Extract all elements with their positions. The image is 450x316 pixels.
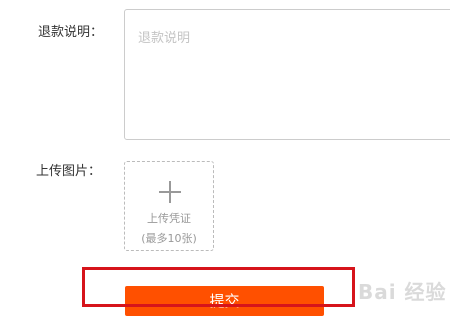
refund-description-textarea[interactable] bbox=[124, 9, 450, 140]
upload-voucher-title: 上传凭证 bbox=[147, 212, 191, 225]
watermark-logo: Bai 经验 bbox=[358, 280, 447, 304]
plus-icon bbox=[159, 181, 181, 203]
refund-description-label: 退款说明： bbox=[38, 25, 104, 40]
upload-voucher-button[interactable]: 上传凭证 (最多10张) bbox=[124, 161, 214, 251]
upload-image-label: 上传图片： bbox=[36, 164, 102, 179]
highlight-annotation-frame bbox=[82, 267, 355, 307]
upload-limit-hint: (最多10张) bbox=[141, 232, 197, 245]
